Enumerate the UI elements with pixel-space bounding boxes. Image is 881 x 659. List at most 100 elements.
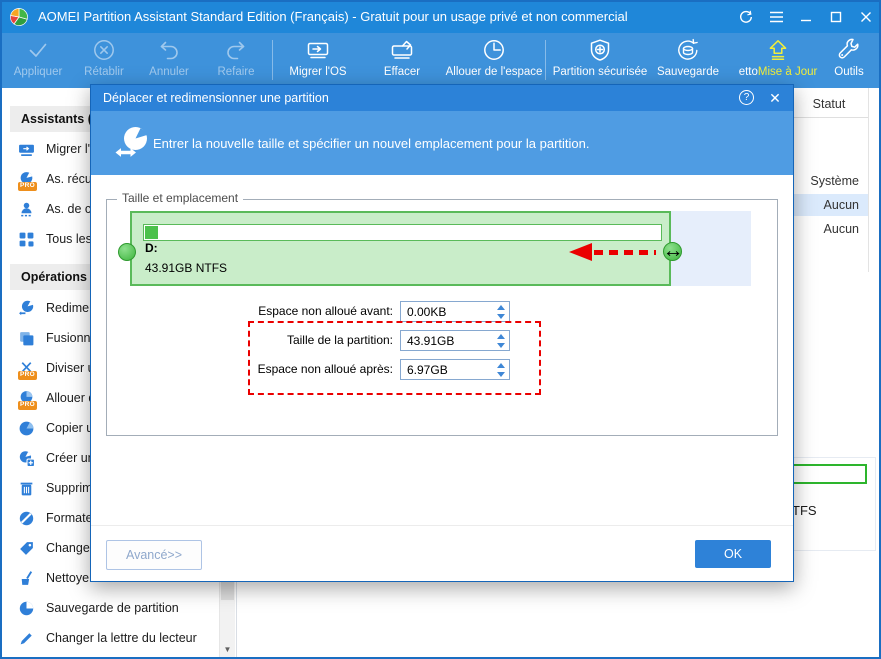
dialog-titlebar: Déplacer et redimensionner une partition… [91,85,793,111]
sidebar-item-change-label[interactable]: Changer [18,537,94,559]
redo-button[interactable]: Refaire [200,37,272,79]
left-resize-handle[interactable] [118,243,136,261]
sidebar-item-all-tools[interactable]: Tous les [18,228,92,250]
sidebar-item-create[interactable]: Créer un [18,447,95,469]
pie-recovery-icon: PRO [18,171,37,191]
pie-allocate-icon: PRO [18,390,37,410]
groupbox-legend: Taille et emplacement [117,191,244,205]
update-label: Mise à Jour [757,66,818,78]
annotation-arrow-head [569,243,592,261]
format-pie-icon [18,510,35,527]
minimize-button[interactable] [791,2,821,33]
refresh-icon[interactable] [731,2,761,33]
broom-icon [18,570,35,587]
pie-backup-icon [18,600,35,617]
sidebar-item-resize[interactable]: Redimen [18,297,96,319]
person-icon [18,201,35,218]
update-button[interactable]: ettoMise à Jour [732,37,824,79]
spin-down-button[interactable] [496,313,505,319]
help-icon[interactable]: ? [739,90,754,105]
unallocated-before-spinner [400,301,510,322]
status-row-system[interactable]: Système [792,170,868,192]
close-button[interactable] [851,2,879,33]
allocate-space-button[interactable]: Allouer de l'espace [432,37,556,79]
dialog-close-icon[interactable]: ✕ [765,88,785,108]
app-window: AOMEI Partition Assistant Standard Editi… [0,0,881,659]
annotation-arrow-line [594,250,656,255]
sidebar-item-copy[interactable]: Copier u [18,417,93,439]
shield-plus-icon [587,37,613,63]
header-divider [792,117,869,118]
dialog-title: Déplacer et redimensionner une partition [103,91,329,105]
scissors-icon: PRO [18,360,37,380]
sidebar-item-backup-partition[interactable]: Sauvegarde de partition [18,597,179,619]
dialog-banner: Entrer la nouvelle taille et spécifier u… [91,111,793,175]
sidebar-item-change-drive-letter[interactable]: Changer la lettre du lecteur [18,627,197,649]
undo-icon [156,37,182,63]
unallocated-before-input[interactable] [401,302,491,320]
tools-button[interactable]: Outils [819,37,879,79]
partition-letter: D: [145,241,158,255]
circle-x-icon [91,37,117,63]
disk-map-label: TFS [792,503,817,518]
drive-arrow-icon [18,141,35,158]
resize-partition-icon [113,124,151,162]
trash-icon [18,480,35,497]
used-space-bar [143,224,662,241]
advanced-button[interactable]: Avancé>> [106,540,202,570]
sidebar-item-allocate[interactable]: PRO Allouer d [18,387,95,410]
copy-pie-icon [18,420,35,437]
titlebar: AOMEI Partition Assistant Standard Editi… [2,2,879,33]
spin-up-button[interactable] [496,304,505,310]
sidebar-item-wipe[interactable]: Nettoye [18,567,89,589]
drive-arrow-icon [305,37,331,63]
discard-button[interactable]: Rétablir [68,37,140,79]
scroll-down-button[interactable]: ▼ [220,641,235,657]
database-refresh-icon [675,37,701,63]
annotation-highlight-rect [248,321,541,395]
maximize-button[interactable] [821,2,851,33]
resize-partition-dialog: Déplacer et redimensionner une partition… [90,84,794,582]
resize-pie-icon [18,300,35,317]
drive-eraser-icon [389,37,415,63]
grid-icon [18,231,35,248]
dialog-description: Entrer la nouvelle taille et spécifier u… [153,135,590,151]
backup-button[interactable]: Sauvegarde [650,37,726,79]
sidebar-item-migrate-os[interactable]: Migrer l'O [18,138,100,160]
wrench-icon [836,37,862,63]
sidebar-item-format[interactable]: Formate [18,507,93,529]
sidebar-item-recovery-wizard[interactable]: PRO As. récu [18,168,92,191]
menu-icon[interactable] [761,2,791,33]
upgrade-arrow-icon [765,37,791,63]
check-icon [25,37,51,63]
used-space-fill [145,226,158,239]
sidebar-item-delete[interactable]: Supprime [18,477,100,499]
ok-button[interactable]: OK [695,540,771,568]
sidebar-item-merge[interactable]: Fusionne [18,327,97,349]
migrate-os-button[interactable]: Migrer l'OS [277,37,359,79]
disk-map-partition-block[interactable] [789,464,867,484]
tag-icon [18,540,35,557]
pencil-icon [18,630,35,647]
create-plus-icon [18,450,35,467]
unallocated-before-label: Espace non alloué avant: [258,304,393,318]
undo-button[interactable]: Annuler [133,37,205,79]
toolbar-separator [272,40,273,80]
merge-squares-icon [18,330,35,347]
hidden-label-fragment: etto [738,66,758,78]
partition-size-label: 43.91GB NTFS [145,261,228,275]
secure-partition-button[interactable]: Partition sécurisée [542,37,658,79]
app-logo-icon [9,7,29,27]
status-row-none-selected[interactable]: Aucun [792,194,868,216]
apply-button[interactable]: Appliquer [3,37,73,79]
dialog-footer: Avancé>> OK [91,525,793,581]
sidebar-item-clone-wizard[interactable]: As. de c [18,198,91,220]
clock-icon [481,37,507,63]
window-title: AOMEI Partition Assistant Standard Editi… [38,9,628,24]
redo-icon [223,37,249,63]
status-row-none[interactable]: Aucun [792,218,868,240]
column-header-statut[interactable]: Statut [798,97,860,111]
sidebar-item-split[interactable]: PRO Diviser u [18,357,95,380]
column-divider [868,88,869,272]
toolbar: Appliquer Rétablir Annuler Refaire Migre… [2,33,879,88]
